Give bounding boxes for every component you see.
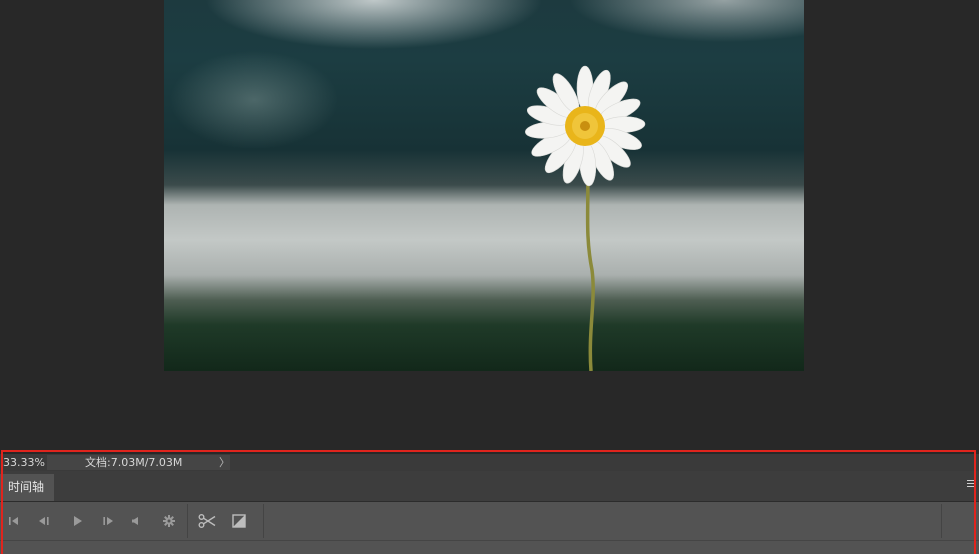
play-icon[interactable] xyxy=(69,502,85,540)
toolbar-divider xyxy=(263,504,264,538)
zoom-level[interactable]: 33.33% xyxy=(3,454,45,471)
timeline-panel: 时间轴 xyxy=(0,471,979,554)
toolbar-divider xyxy=(187,504,188,538)
panel-tab-strip: 时间轴 xyxy=(0,471,979,502)
timeline-toolbar xyxy=(0,502,979,541)
panel-menu-icon[interactable] xyxy=(967,480,975,489)
daisy-flower xyxy=(525,65,646,371)
split-scissors-icon[interactable] xyxy=(197,502,217,540)
settings-gear-icon[interactable] xyxy=(160,502,178,540)
document-image[interactable] xyxy=(164,0,804,371)
audio-icon[interactable] xyxy=(128,502,144,540)
go-to-first-frame-icon[interactable] xyxy=(6,502,22,540)
status-bar: 33.33% 文档:7.03M/7.03M 〉 xyxy=(0,454,979,471)
canvas-area[interactable] xyxy=(0,0,979,450)
next-frame-icon[interactable] xyxy=(100,502,116,540)
transition-icon[interactable] xyxy=(230,502,248,540)
status-menu-arrow-icon[interactable]: 〉 xyxy=(219,455,230,470)
document-info-box[interactable]: 文档:7.03M/7.03M 〉 xyxy=(47,455,230,470)
document-size: 文档:7.03M/7.03M xyxy=(85,456,183,469)
previous-frame-icon[interactable] xyxy=(36,502,52,540)
toolbar-divider xyxy=(941,504,942,538)
tab-timeline[interactable]: 时间轴 xyxy=(0,474,54,501)
